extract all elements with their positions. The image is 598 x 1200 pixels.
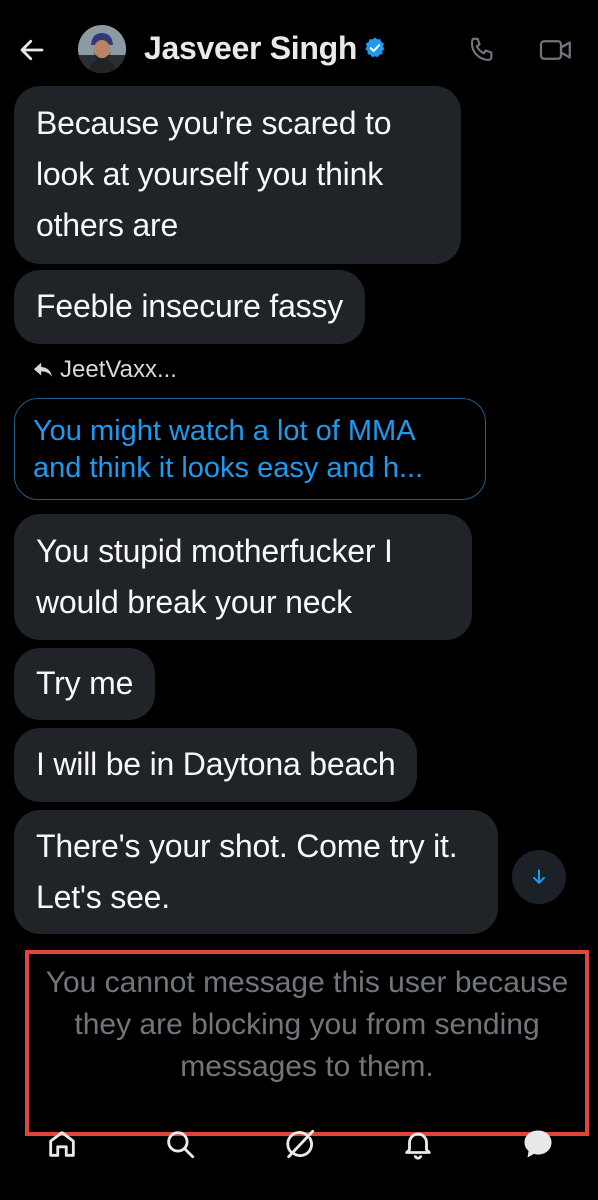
video-call-button[interactable] xyxy=(534,30,578,70)
quoted-message-text: You might watch a lot of MMA and think i… xyxy=(33,415,424,484)
avatar[interactable] xyxy=(78,25,126,73)
nav-messages[interactable] xyxy=(518,1124,558,1164)
notifications-bell-icon xyxy=(405,1132,431,1160)
scroll-to-bottom-button[interactable] xyxy=(512,850,566,904)
search-icon xyxy=(167,1131,195,1159)
message-text: Try me xyxy=(36,665,134,701)
reply-context: JeetVaxx... xyxy=(32,356,177,384)
message-bubble[interactable]: Because you're scared to look at yoursel… xyxy=(14,86,461,264)
contact-name-text: Jasveer Singh xyxy=(144,30,358,66)
nav-grok[interactable] xyxy=(280,1124,320,1164)
message-bubble[interactable]: Try me xyxy=(14,648,156,720)
message-text: You stupid motherfucker I would break yo… xyxy=(36,533,393,620)
reply-arrow-icon xyxy=(33,362,53,377)
message-text: I will be in Daytona beach xyxy=(36,746,396,782)
nav-search[interactable] xyxy=(160,1124,200,1164)
message-bubble[interactable]: I will be in Daytona beach xyxy=(14,728,418,802)
arrow-left-icon xyxy=(20,39,44,61)
arrow-down-icon xyxy=(533,869,545,884)
blocked-notice-text: You cannot message this user because the… xyxy=(45,966,569,1083)
message-text: Feeble insecure fassy xyxy=(36,288,344,324)
messages-icon xyxy=(524,1130,552,1158)
blocked-notice-highlight: You cannot message this user because the… xyxy=(25,950,589,1136)
video-camera-icon xyxy=(539,40,571,60)
nav-notifications[interactable] xyxy=(398,1124,438,1164)
grok-icon xyxy=(286,1129,315,1159)
message-bubble[interactable]: You stupid motherfucker I would break yo… xyxy=(14,514,472,640)
message-text: Because you're scared to look at yoursel… xyxy=(36,105,392,243)
verified-badge-icon xyxy=(365,37,385,58)
nav-home[interactable] xyxy=(42,1124,82,1164)
message-text: There's your shot. Come try it. Let's se… xyxy=(36,828,458,915)
home-icon xyxy=(49,1131,75,1157)
reply-to-username: JeetVaxx... xyxy=(60,356,177,383)
phone-icon xyxy=(470,37,493,62)
contact-name[interactable]: Jasveer Singh xyxy=(144,28,387,68)
message-bubble[interactable]: Feeble insecure fassy xyxy=(14,270,366,344)
quoted-message[interactable]: You might watch a lot of MMA and think i… xyxy=(14,398,486,500)
back-button[interactable] xyxy=(12,30,52,70)
message-bubble[interactable]: There's your shot. Come try it. Let's se… xyxy=(14,810,498,934)
call-button[interactable] xyxy=(462,30,502,70)
conversation-header: Jasveer Singh xyxy=(0,0,598,92)
